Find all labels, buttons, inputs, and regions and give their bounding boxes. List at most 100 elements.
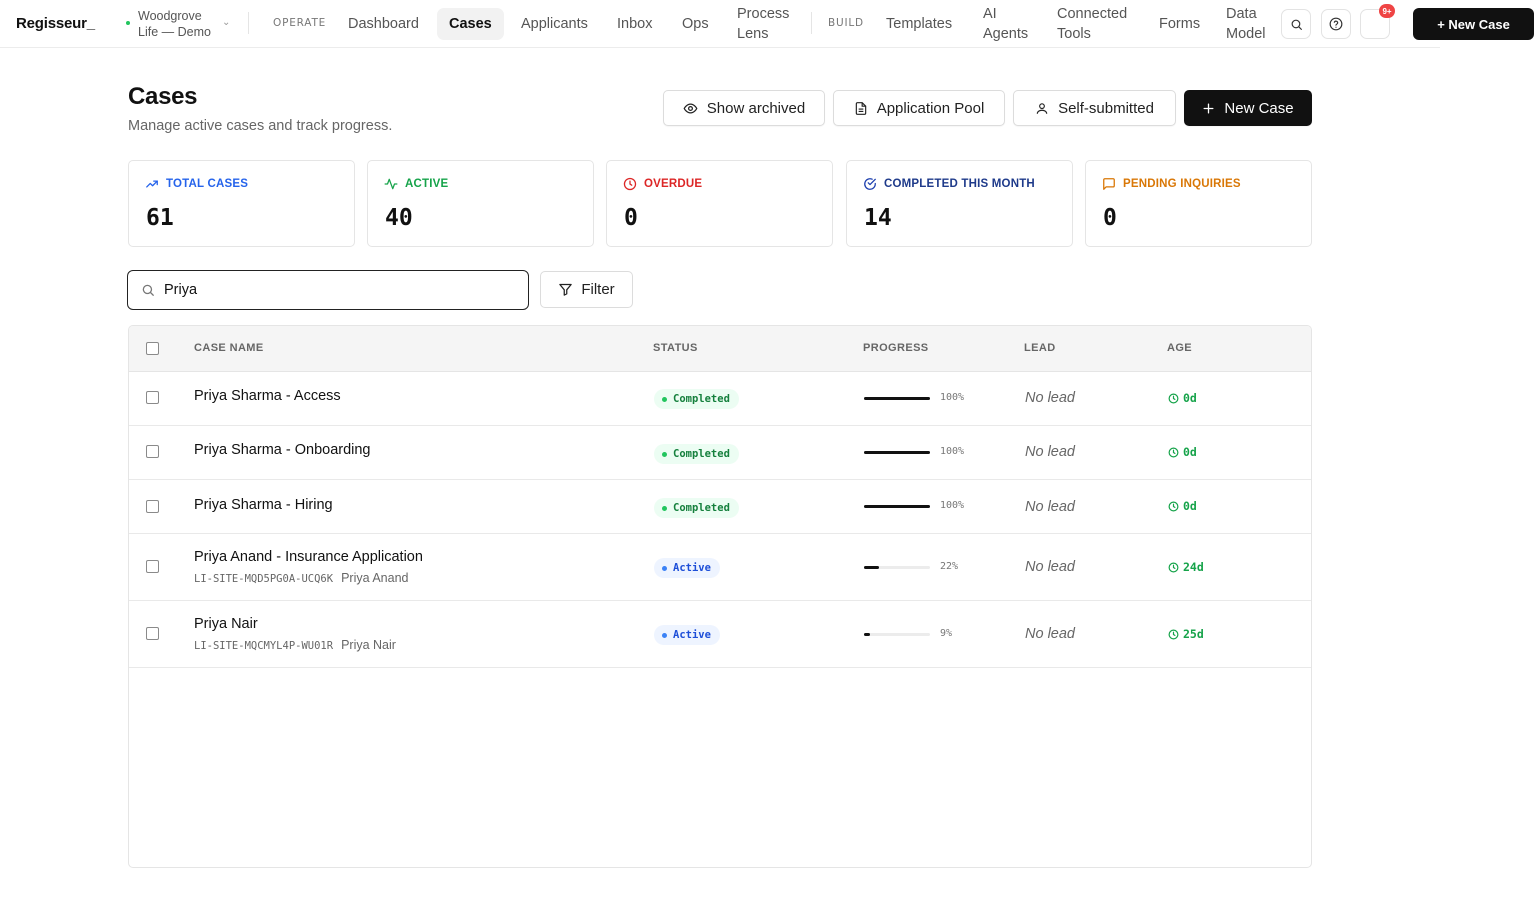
message-square-icon bbox=[1103, 178, 1115, 190]
stat-card-overdue[interactable]: OVERDUE 0 bbox=[606, 160, 833, 247]
stat-card-completed-this-month[interactable]: COMPLETED THIS MONTH 14 bbox=[846, 160, 1073, 247]
case-name[interactable]: Priya Sharma - Access bbox=[194, 388, 341, 404]
progress-percent: 22% bbox=[940, 561, 959, 572]
clock-icon bbox=[1168, 501, 1179, 511]
nav-divider bbox=[811, 12, 812, 34]
nav-item-applicants[interactable]: Applicants bbox=[521, 14, 588, 34]
column-header-lead[interactable]: LEAD bbox=[1024, 342, 1056, 354]
nav-divider bbox=[248, 12, 249, 34]
nav-item-ops[interactable]: Ops bbox=[682, 14, 709, 34]
stat-value: 40 bbox=[385, 205, 413, 231]
status-text: Completed bbox=[673, 502, 730, 514]
case-name[interactable]: Priya Nair bbox=[194, 616, 258, 632]
column-header-age[interactable]: AGE bbox=[1167, 342, 1192, 354]
column-header-status[interactable]: STATUS bbox=[653, 342, 698, 354]
self-submitted-button[interactable]: Self-submitted bbox=[1013, 90, 1176, 126]
progress-bar bbox=[864, 397, 930, 400]
bell-icon bbox=[1368, 18, 1382, 28]
search-input[interactable] bbox=[164, 282, 504, 298]
filter-button[interactable]: Filter bbox=[540, 271, 633, 308]
progress-fill bbox=[864, 505, 930, 508]
search-icon bbox=[142, 284, 154, 296]
row-checkbox[interactable] bbox=[146, 560, 159, 573]
user-icon bbox=[1036, 102, 1048, 114]
nav-item-templates[interactable]: Templates bbox=[886, 14, 952, 34]
clock-icon bbox=[1168, 629, 1179, 639]
row-checkbox[interactable] bbox=[146, 627, 159, 640]
row-checkbox[interactable] bbox=[146, 391, 159, 404]
column-header-progress[interactable]: PROGRESS bbox=[863, 342, 929, 354]
progress-fill bbox=[864, 633, 870, 636]
status-badge: Completed bbox=[654, 389, 739, 409]
progress-fill bbox=[864, 566, 879, 569]
age-text: 24d bbox=[1183, 560, 1204, 574]
case-name[interactable]: Priya Sharma - Onboarding bbox=[194, 442, 371, 458]
status-dot bbox=[662, 396, 667, 402]
progress-percent: 9% bbox=[940, 628, 953, 639]
stat-label-text: COMPLETED THIS MONTH bbox=[884, 178, 1035, 190]
nav-item-dashboard[interactable]: Dashboard bbox=[348, 14, 419, 34]
age-text: 0d bbox=[1183, 391, 1197, 405]
clock-icon bbox=[1168, 447, 1179, 457]
progress-bar bbox=[864, 633, 930, 636]
stat-card-pending-inquiries[interactable]: PENDING INQUIRIES 0 bbox=[1085, 160, 1312, 247]
case-name[interactable]: Priya Anand - Insurance Application bbox=[194, 549, 423, 565]
case-meta: LI-SITE-MQD5PG0A-UCQ6K Priya Anand bbox=[194, 571, 409, 585]
status-badge: Completed bbox=[654, 498, 739, 518]
stat-card-total-cases[interactable]: TOTAL CASES 61 bbox=[128, 160, 355, 247]
select-all-checkbox[interactable] bbox=[146, 342, 159, 355]
case-name[interactable]: Priya Sharma - Hiring bbox=[194, 497, 333, 513]
nav-item-inbox[interactable]: Inbox bbox=[617, 14, 652, 34]
nav-new-case-button[interactable]: + New Case bbox=[1413, 8, 1534, 40]
chevron-down-icon: ⌄ bbox=[222, 17, 231, 28]
clock-icon bbox=[1168, 562, 1179, 572]
table-row[interactable]: Priya Sharma - Onboarding Completed 100%… bbox=[129, 426, 1311, 480]
brand-logo[interactable]: Regisseur_ bbox=[16, 15, 95, 32]
top-navigation: Regisseur_ Woodgrove Life — Demo ⌄ OPERA… bbox=[0, 0, 1534, 48]
table-row[interactable]: Priya Sharma - Access Completed 100% No … bbox=[129, 372, 1311, 426]
application-pool-label: Application Pool bbox=[876, 99, 985, 117]
filter-icon bbox=[559, 283, 573, 296]
nav-item-process-lens[interactable]: Process Lens bbox=[737, 4, 799, 44]
search-button[interactable] bbox=[1281, 9, 1311, 39]
progress-bar bbox=[864, 566, 930, 569]
stat-label-text: TOTAL CASES bbox=[166, 178, 249, 190]
lead-value: No lead bbox=[1025, 559, 1075, 575]
search-box[interactable] bbox=[127, 270, 529, 310]
org-switcher[interactable]: Woodgrove Life — Demo ⌄ bbox=[126, 8, 230, 40]
new-case-button[interactable]: New Case bbox=[1184, 90, 1312, 126]
page-title: Cases bbox=[128, 83, 198, 110]
nav-item-cases[interactable]: Cases bbox=[437, 8, 504, 40]
file-text-icon bbox=[855, 101, 866, 115]
nav-item-ai-agents[interactable]: AI Agents bbox=[983, 4, 1035, 44]
status-dot bbox=[662, 505, 667, 511]
page-subtitle: Manage active cases and track progress. bbox=[128, 118, 393, 134]
lead-value: No lead bbox=[1025, 499, 1075, 515]
stat-card-active[interactable]: ACTIVE 40 bbox=[367, 160, 594, 247]
application-pool-button[interactable]: Application Pool bbox=[833, 90, 1005, 126]
table-row[interactable]: Priya Sharma - Hiring Completed 100% No … bbox=[129, 480, 1311, 534]
notifications-button[interactable]: 9+ bbox=[1360, 4, 1395, 39]
status-text: Completed bbox=[673, 393, 730, 405]
case-applicant: Priya Nair bbox=[341, 638, 396, 652]
column-header-case-name[interactable]: CASE NAME bbox=[194, 342, 264, 354]
status-text: Active bbox=[673, 629, 711, 641]
row-checkbox[interactable] bbox=[146, 500, 159, 513]
help-circle-icon bbox=[1329, 17, 1343, 31]
help-button[interactable] bbox=[1321, 9, 1351, 39]
stat-label: COMPLETED THIS MONTH bbox=[863, 177, 1035, 191]
row-checkbox[interactable] bbox=[146, 445, 159, 458]
table-row[interactable]: Priya Nair LI-SITE-MQCMYL4P-WU01R Priya … bbox=[129, 601, 1311, 668]
nav-item-data-model[interactable]: Data Model bbox=[1226, 4, 1274, 44]
age-text: 0d bbox=[1183, 445, 1197, 459]
show-archived-button[interactable]: Show archived bbox=[663, 90, 825, 126]
stat-label-text: OVERDUE bbox=[644, 178, 703, 190]
progress-bar bbox=[864, 505, 930, 508]
progress-fill bbox=[864, 451, 930, 454]
show-archived-label: Show archived bbox=[706, 99, 806, 117]
nav-item-connected-tools[interactable]: Connected Tools bbox=[1057, 4, 1139, 44]
clock-icon bbox=[1168, 393, 1179, 403]
progress-percent: 100% bbox=[940, 500, 965, 511]
table-row[interactable]: Priya Anand - Insurance Application LI-S… bbox=[129, 534, 1311, 601]
nav-item-forms[interactable]: Forms bbox=[1159, 14, 1200, 34]
